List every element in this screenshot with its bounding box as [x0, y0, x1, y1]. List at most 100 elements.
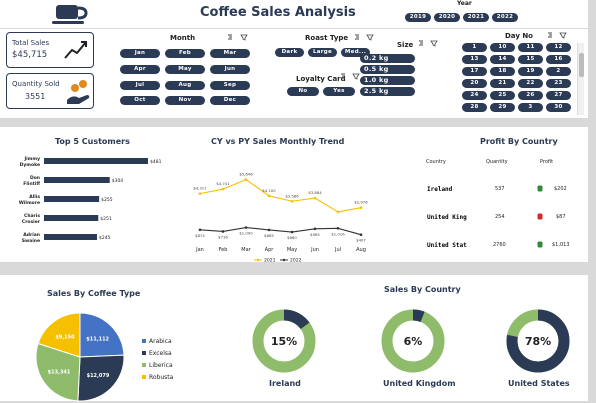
top-customers-chart: JimmyDymoke $481 DonFlintiff $304 AllisWilmo…	[19, 156, 162, 244]
day-17[interactable]: 17	[462, 67, 487, 76]
day-29[interactable]: 29	[490, 103, 515, 112]
clear-filter-icon[interactable]	[366, 34, 376, 41]
x-tick-label: Aug	[356, 247, 366, 253]
size-0-5[interactable]: 0.5 kg	[360, 65, 415, 74]
customer-bar	[44, 215, 99, 221]
size-2-5[interactable]: 2.5 kg	[360, 87, 415, 96]
month-nov[interactable]: Nov	[165, 96, 205, 105]
size-1-0[interactable]: 1.0 kg	[360, 76, 415, 85]
donut-percent: 6%	[404, 335, 423, 348]
series-point	[198, 192, 202, 195]
series-point	[198, 228, 202, 232]
multi-select-icon[interactable]	[227, 34, 237, 41]
customer-value: $255	[101, 197, 113, 203]
month-may[interactable]: May	[165, 65, 205, 74]
x-tick-label: Apr	[265, 247, 275, 253]
row-profit: $1,013	[552, 242, 570, 248]
loyalty-slicer-title: Loyalty Card	[296, 75, 346, 83]
month-dec[interactable]: Dec	[210, 96, 250, 105]
pie-label: $13,341	[48, 370, 71, 376]
month-sep[interactable]: Sep	[210, 81, 250, 90]
month-jan[interactable]: Jan	[120, 49, 160, 58]
scrollbar-thumb[interactable]	[579, 53, 584, 77]
day-24[interactable]: 24	[462, 91, 487, 100]
day-13[interactable]: 13	[462, 55, 487, 64]
month-apr[interactable]: Apr	[120, 65, 160, 74]
multi-select-icon[interactable]	[547, 32, 557, 39]
day-30[interactable]: 30	[546, 103, 571, 112]
total-sales-card: Total Sales $45,715	[6, 32, 94, 68]
day-2[interactable]: 2	[546, 67, 571, 76]
trend-chart: $4,311 $4,741 $5,646 $4,100 $3,586 $3,884 $2,9…	[193, 172, 368, 263]
multi-select-icon[interactable]	[340, 73, 350, 80]
year-2019-button[interactable]: 2019	[405, 13, 431, 22]
day-1[interactable]: 1	[462, 43, 487, 52]
year-2020-button[interactable]: 2020	[434, 13, 460, 22]
series-label: $2,976	[354, 200, 368, 205]
day-3[interactable]: 3	[518, 103, 543, 112]
series-point	[221, 187, 225, 191]
day-23[interactable]: 23	[546, 79, 571, 88]
day-28[interactable]: 28	[462, 103, 487, 112]
day-15[interactable]: 15	[518, 55, 543, 64]
year-2022-button[interactable]: 2022	[492, 13, 518, 22]
day-11[interactable]: 11	[518, 43, 543, 52]
customer-value: $245	[99, 235, 111, 241]
top-customers-title: Top 5 Customers	[55, 137, 130, 146]
day-14[interactable]: 14	[490, 55, 515, 64]
donut-percent: 15%	[271, 335, 297, 348]
month-oct[interactable]: Oct	[120, 96, 160, 105]
day-20[interactable]: 20	[462, 79, 487, 88]
roast-large[interactable]: Large	[308, 48, 337, 57]
legend-label: 2021	[264, 258, 276, 263]
clear-filter-icon[interactable]	[240, 34, 250, 41]
legend-label: Arabica	[149, 337, 172, 345]
month-jun[interactable]: Jun	[210, 65, 250, 74]
day-22[interactable]: 22	[518, 79, 543, 88]
month-jul[interactable]: Jul	[120, 81, 160, 90]
row-profit: $202	[554, 186, 567, 192]
customer-value: $251	[100, 216, 112, 222]
donut-percent: 78%	[525, 335, 551, 348]
series-point	[313, 196, 317, 200]
x-tick-label: Jun	[310, 247, 319, 253]
customer-label: Crosier	[22, 219, 41, 225]
day-25[interactable]: 25	[490, 91, 515, 100]
row-country: Ireland	[427, 186, 453, 193]
customer-label: Don	[30, 175, 40, 181]
month-mar[interactable]: Mar	[210, 49, 250, 58]
day-27[interactable]: 27	[546, 91, 571, 100]
roast-dark[interactable]: Dark	[275, 48, 304, 57]
clear-filter-icon[interactable]	[559, 32, 569, 39]
month-aug[interactable]: Aug	[165, 81, 205, 90]
pie-label: $9,150	[55, 334, 75, 340]
quantity-value: 3551	[25, 92, 46, 101]
month-feb[interactable]: Feb	[165, 49, 205, 58]
day-12[interactable]: 12	[546, 43, 571, 52]
series-point	[290, 199, 294, 203]
loyalty-yes[interactable]: Yes	[323, 87, 355, 96]
middle-panel: Top 5 Customers Jimmy Dymoke $481 Don Flinti…	[0, 127, 588, 262]
day-18[interactable]: 18	[490, 67, 515, 76]
series-label: $407	[356, 238, 366, 243]
day-21[interactable]: 21	[490, 79, 515, 88]
customer-bar	[44, 177, 110, 183]
series-label: $4,741	[216, 181, 230, 186]
day-16[interactable]: 16	[546, 55, 571, 64]
loyalty-no[interactable]: No	[287, 87, 319, 96]
legend-item: Liberica	[142, 359, 173, 371]
row-quantity: 2760	[493, 242, 506, 248]
multi-select-icon[interactable]	[418, 40, 428, 47]
pie-label: $12,079	[87, 373, 110, 379]
multi-select-icon[interactable]	[354, 34, 364, 41]
day-26[interactable]: 26	[518, 91, 543, 100]
clear-filter-icon[interactable]	[430, 40, 440, 47]
day-19[interactable]: 19	[518, 67, 543, 76]
day-10[interactable]: 10	[490, 43, 515, 52]
series-label: $3,884	[308, 190, 322, 195]
series-label: $3,586	[285, 193, 299, 198]
size-0-2[interactable]: 0.2 kg	[360, 54, 415, 63]
year-2021-button[interactable]: 2021	[463, 13, 489, 22]
day-slicer-scrollbar[interactable]	[577, 43, 584, 115]
series-label: $4,311	[193, 186, 207, 191]
